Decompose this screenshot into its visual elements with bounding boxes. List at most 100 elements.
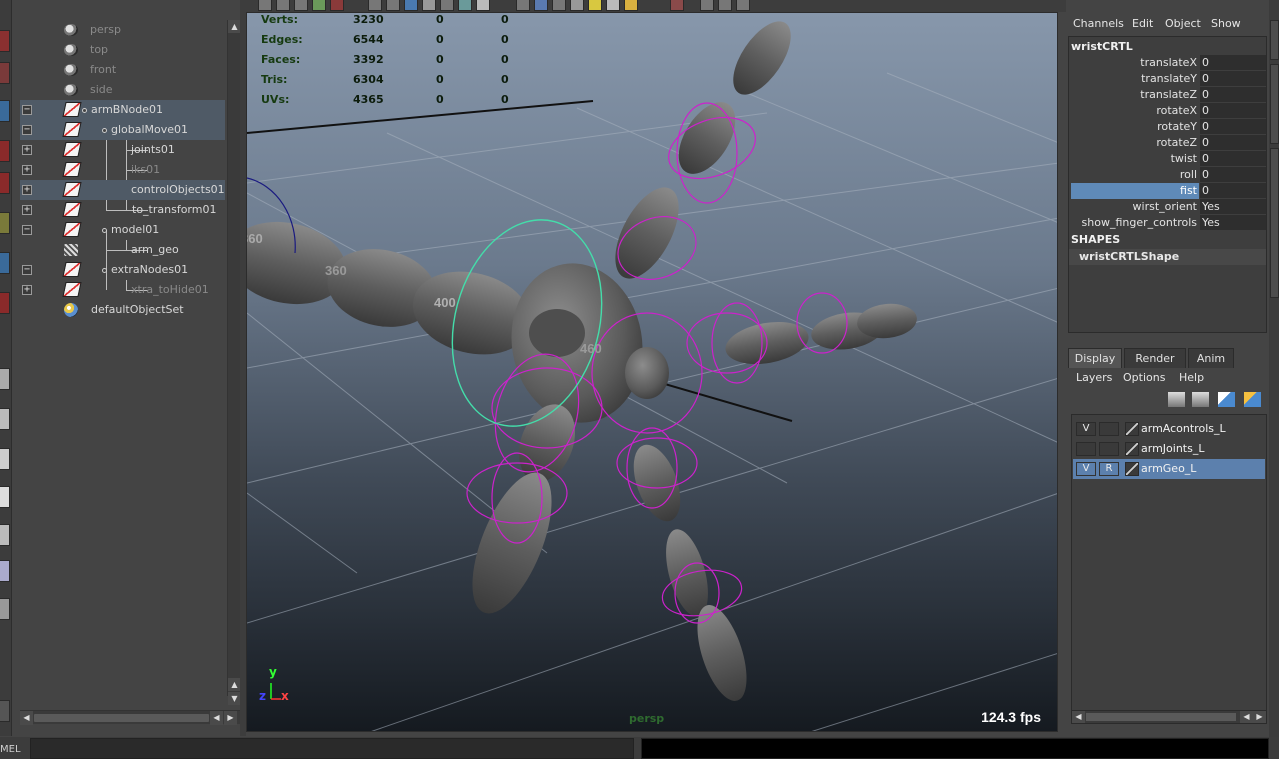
- layer-name[interactable]: armGeo_L: [1141, 462, 1196, 475]
- channel-value[interactable]: 0: [1200, 135, 1266, 150]
- layer-name[interactable]: armAcontrols_L: [1141, 422, 1226, 435]
- tab-channel-box[interactable]: [1270, 20, 1279, 60]
- tab-display[interactable]: Display: [1068, 348, 1122, 368]
- menu-show[interactable]: Show: [1211, 17, 1241, 30]
- shape-node-name[interactable]: wristCRTLShape: [1069, 249, 1266, 265]
- grid-icon[interactable]: [312, 0, 326, 11]
- lasso-tool-icon[interactable]: [0, 62, 10, 84]
- node-name[interactable]: wristCRTL: [1071, 40, 1133, 53]
- move-tool-icon[interactable]: [0, 100, 10, 122]
- channel-row-fist[interactable]: fist 0: [1069, 183, 1266, 199]
- expand-icon[interactable]: +: [22, 285, 32, 295]
- menu-edit[interactable]: Edit: [1132, 17, 1153, 30]
- layer-row-armJoints[interactable]: armJoints_L: [1073, 439, 1265, 459]
- outliner-item-iks01[interactable]: + iks01: [20, 160, 225, 180]
- channel-name[interactable]: roll: [1071, 167, 1199, 183]
- channel-name[interactable]: rotateY: [1071, 119, 1199, 135]
- scroll-left-icon[interactable]: ◀: [210, 711, 223, 725]
- channel-name[interactable]: translateY: [1071, 71, 1199, 87]
- layer-color-swatch[interactable]: [1125, 462, 1139, 476]
- expand-icon[interactable]: +: [22, 145, 32, 155]
- channel-value[interactable]: 0: [1200, 151, 1266, 166]
- channel-row-rotateZ[interactable]: rotateZ 0: [1069, 135, 1266, 151]
- channel-value[interactable]: 0: [1200, 87, 1266, 102]
- outliner-item-defaultObjectSet[interactable]: defaultObjectSet: [20, 300, 225, 320]
- scrollbar-thumb[interactable]: [34, 714, 209, 722]
- channel-value[interactable]: 0: [1200, 183, 1266, 198]
- backface-culling-icon[interactable]: [552, 0, 566, 11]
- outliner-item-xtra_toHide01[interactable]: + xtra_toHide01: [20, 280, 225, 300]
- channel-name[interactable]: twist: [1071, 151, 1199, 167]
- xray-icon[interactable]: [458, 0, 472, 11]
- channel-value[interactable]: Yes: [1200, 215, 1266, 230]
- xray-joints-icon[interactable]: [476, 0, 490, 11]
- lighting-icon[interactable]: [422, 0, 436, 11]
- scroll-left-icon[interactable]: ◀: [20, 711, 33, 725]
- channel-row-translateX[interactable]: translateX 0: [1069, 55, 1266, 71]
- collapse-icon[interactable]: −: [22, 265, 32, 275]
- layer-list-scrollbar[interactable]: ◀ ◀ ▶: [1071, 710, 1267, 724]
- rotate-tool-icon[interactable]: [0, 140, 10, 162]
- channel-value[interactable]: 0: [1200, 71, 1266, 86]
- manipulator-tool-icon[interactable]: [0, 212, 10, 234]
- outliner-item-side[interactable]: side: [20, 80, 225, 100]
- channel-name[interactable]: translateX: [1071, 55, 1199, 71]
- tab-attribute-editor[interactable]: [1270, 148, 1279, 298]
- new-layer-selected-icon[interactable]: [1244, 392, 1261, 407]
- scale-tool-icon[interactable]: [0, 172, 10, 194]
- scroll-right-icon[interactable]: ▶: [1253, 711, 1266, 723]
- outliner-item-arm_geo[interactable]: arm_geo: [20, 240, 225, 260]
- wireframe-on-shaded-icon[interactable]: [534, 0, 548, 11]
- channel-value[interactable]: 0: [1200, 119, 1266, 134]
- shadows-icon[interactable]: [440, 0, 454, 11]
- smooth-shade-icon[interactable]: [386, 0, 400, 11]
- channel-value[interactable]: Yes: [1200, 199, 1266, 214]
- channel-row-translateY[interactable]: translateY 0: [1069, 71, 1266, 87]
- isolate-select-icon[interactable]: [516, 0, 530, 11]
- camera-attributes-icon[interactable]: [258, 0, 272, 11]
- outliner-item-to_transform01[interactable]: + to_transform01: [20, 200, 225, 220]
- wireframe-icon[interactable]: [368, 0, 382, 11]
- layer-name[interactable]: armJoints_L: [1141, 442, 1204, 455]
- outliner-item-front[interactable]: front: [20, 60, 225, 80]
- channel-row-roll[interactable]: roll 0: [1069, 167, 1266, 183]
- select-tool-icon[interactable]: [0, 30, 10, 52]
- use-all-lights-icon[interactable]: [606, 0, 620, 11]
- menu-options[interactable]: Options: [1123, 371, 1165, 384]
- soft-mod-tool-icon[interactable]: [0, 252, 10, 274]
- expand-icon[interactable]: +: [22, 185, 32, 195]
- expand-icon[interactable]: +: [22, 165, 32, 175]
- use-selected-lights-icon[interactable]: [624, 0, 638, 11]
- scroll-left-icon[interactable]: ◀: [1072, 711, 1085, 723]
- tab-tool-settings[interactable]: [1270, 64, 1279, 144]
- channel-value[interactable]: 0: [1200, 167, 1266, 182]
- channel-row-twist[interactable]: twist 0: [1069, 151, 1266, 167]
- channel-name[interactable]: show_finger_controls: [1071, 215, 1199, 231]
- outliner-item-joints01[interactable]: + joints01: [20, 140, 225, 160]
- image-plane-icon[interactable]: [294, 0, 308, 11]
- outliner-item-model01[interactable]: − model01: [20, 220, 225, 240]
- layer-row-armGeo[interactable]: V R armGeo_L: [1073, 459, 1265, 479]
- menu-object[interactable]: Object: [1165, 17, 1201, 30]
- channel-row-show-finger-controls[interactable]: show_finger_controls Yes: [1069, 215, 1266, 231]
- layout-four-icon[interactable]: [0, 408, 10, 430]
- outliner-item-top[interactable]: top: [20, 40, 225, 60]
- collapse-icon[interactable]: −: [22, 125, 32, 135]
- menu-channels[interactable]: Channels: [1073, 17, 1124, 30]
- channel-value[interactable]: 0: [1200, 55, 1266, 70]
- scroll-left-icon[interactable]: ◀: [1240, 711, 1253, 723]
- safe-title-icon[interactable]: [718, 0, 732, 11]
- bookmark-icon[interactable]: [276, 0, 290, 11]
- channel-value[interactable]: 0: [1200, 103, 1266, 118]
- scroll-right-icon[interactable]: ▶: [224, 711, 237, 725]
- layer-row-armAcontrols[interactable]: V armAcontrols_L: [1073, 419, 1265, 439]
- menu-help[interactable]: Help: [1179, 371, 1204, 384]
- layout-two-icon[interactable]: [0, 448, 10, 470]
- use-default-light-icon[interactable]: [588, 0, 602, 11]
- outliner-item-extraNodes01[interactable]: − extraNodes01: [20, 260, 225, 280]
- menu-layers[interactable]: Layers: [1076, 371, 1112, 384]
- outliner-horizontal-scrollbar[interactable]: ◀ ◀ ▶: [20, 710, 240, 725]
- layout-extra-icon[interactable]: [0, 700, 10, 722]
- collapse-icon[interactable]: −: [22, 225, 32, 235]
- perspective-viewport[interactable]: 360 360 400 460 Verts: 3230 0 0 Edges: 6…: [246, 12, 1058, 732]
